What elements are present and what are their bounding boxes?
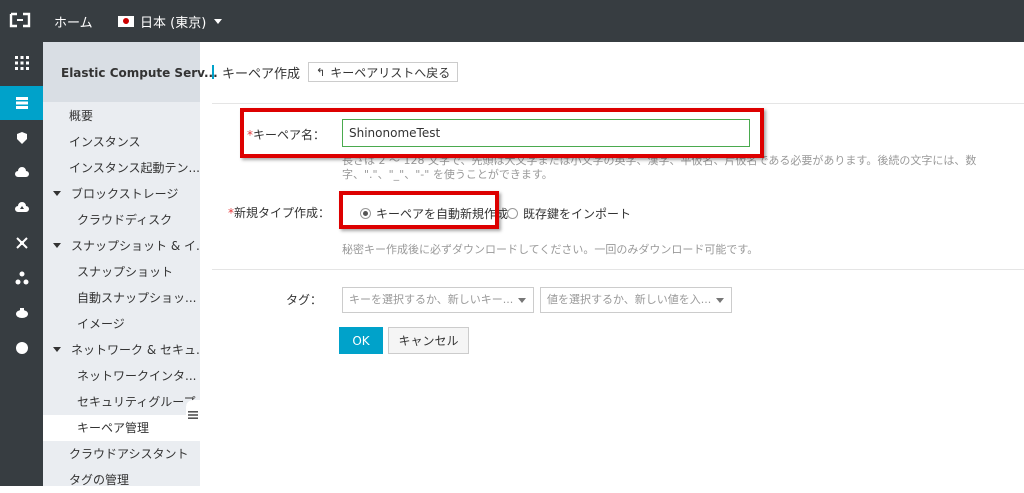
sidebar: Elastic Compute Serv... 概要 インスタンス インスタンス… [43, 42, 218, 487]
chevron-down-icon [716, 298, 724, 303]
chevron-down-icon [518, 298, 526, 303]
circle-icon[interactable] [0, 331, 43, 365]
product-rail [0, 42, 43, 486]
sidebar-item-label: イメージ [77, 317, 125, 331]
sidebar-item-label: 概要 [69, 109, 94, 123]
back-button-label: キーペアリストへ戻る [330, 65, 451, 80]
network-icon[interactable] [0, 121, 43, 155]
japan-flag-icon [118, 16, 134, 27]
sidebar-item-label: ネットワーク & セキュ... [71, 343, 200, 357]
page-header: キーペア作成 ↰ キーペアリストへ戻る [212, 62, 459, 82]
sidebar-item-label: キーペア管理 [77, 421, 150, 435]
caret-down-icon [53, 191, 61, 196]
region-selector[interactable]: 日本 (東京) [118, 12, 223, 31]
sidebar-item-label: スナップショット [77, 265, 174, 279]
main-content: キーペア作成 ↰ キーペアリストへ戻る *キーペア名： ShinonomeTes… [200, 42, 1024, 486]
menu-icon [188, 411, 198, 419]
sidebar-item-cloud-disks[interactable]: クラウドディスク [43, 207, 200, 233]
sidebar-item-label: ブロックストレージ [71, 187, 179, 201]
sidebar-group-snapshots-images[interactable]: スナップショット & イ... [43, 233, 200, 259]
tag-key-placeholder: キーを選択するか、新しいキー... [349, 293, 514, 306]
radio-unchecked-icon [507, 208, 518, 219]
back-arrow-icon: ↰ [316, 66, 326, 79]
title-accent-bar [212, 65, 214, 79]
sidebar-item-security-groups[interactable]: セキュリティグループ [43, 389, 200, 415]
tag-key-select[interactable]: キーを選択するか、新しいキー... [342, 287, 534, 313]
cancel-button[interactable]: キャンセル [388, 327, 469, 354]
highlight-box-keypair-name [240, 108, 764, 158]
sidebar-item-label: クラウドディスク [77, 213, 173, 227]
sidebar-item-tag-management[interactable]: タグの管理 [43, 467, 200, 493]
sidebar-header: Elastic Compute Serv... [43, 42, 218, 102]
sidebar-item-snapshots[interactable]: スナップショット [43, 259, 200, 285]
sidebar-group-block-storage[interactable]: ブロックストレージ [43, 181, 200, 207]
page-title: キーペア作成 [222, 66, 301, 82]
sidebar-item-instances[interactable]: インスタンス [43, 129, 200, 155]
keypair-name-help-line-2: 字、"."、"_"、"-" を使うことができます。 [342, 168, 553, 181]
nodes-icon[interactable] [0, 226, 43, 260]
sidebar-collapse-handle[interactable] [186, 400, 200, 430]
sidebar-item-label: インスタンス [69, 135, 141, 149]
ecs-icon[interactable] [0, 86, 43, 120]
chevron-down-icon [214, 19, 223, 24]
sidebar-group-network-security[interactable]: ネットワーク & セキュ... [43, 337, 200, 363]
sidebar-item-label: ネットワークインタ... [77, 369, 197, 383]
radio-import-label: 既存鍵をインポート [523, 207, 632, 221]
tag-value-select[interactable]: 値を選択するか、新しい値を入... [540, 287, 732, 313]
cloud-icon[interactable] [0, 156, 43, 190]
sidebar-item-launch-templates[interactable]: インスタンス起動テン... [43, 155, 200, 181]
cluster-icon[interactable] [0, 261, 43, 295]
sidebar-item-label: セキュリティグループ [77, 395, 196, 409]
ok-button[interactable]: OK [339, 327, 383, 354]
database-icon[interactable] [0, 296, 43, 330]
form-divider [212, 269, 1024, 270]
sidebar-item-overview[interactable]: 概要 [43, 103, 200, 129]
sidebar-item-cloud-assistant[interactable]: クラウドアシスタント [43, 441, 200, 467]
sidebar-item-label: インスタンス起動テン... [69, 161, 200, 175]
sidebar-item-auto-snapshots[interactable]: 自動スナップショッ... [43, 285, 200, 311]
top-bar: ホーム 日本 (東京) [0, 0, 1024, 42]
sidebar-item-label: タグの管理 [69, 473, 130, 487]
home-link[interactable]: ホーム [54, 12, 93, 31]
aliyun-logo-icon[interactable] [9, 12, 31, 28]
region-label: 日本 (東京) [140, 16, 207, 31]
sidebar-item-network-interfaces[interactable]: ネットワークインタ... [43, 363, 200, 389]
sidebar-item-key-pairs[interactable]: キーペア管理 [43, 415, 200, 441]
tag-label: タグ： [286, 293, 323, 307]
sidebar-title: Elastic Compute Serv... [61, 66, 218, 80]
creation-type-label: *新規タイプ作成： [228, 206, 331, 220]
header-divider [212, 103, 1024, 104]
apps-icon[interactable] [0, 46, 43, 80]
caret-down-icon [53, 243, 61, 248]
radio-import-existing[interactable]: 既存鍵をインポート [507, 205, 631, 222]
highlight-box-auto-create [339, 191, 499, 229]
cloud-upload-icon[interactable] [0, 191, 43, 225]
back-to-keypair-list-button[interactable]: ↰ キーペアリストへ戻る [308, 62, 459, 82]
caret-down-icon [53, 347, 61, 352]
tag-value-placeholder: 値を選択するか、新しい値を入... [547, 293, 712, 306]
sidebar-item-label: 自動スナップショッ... [77, 291, 197, 305]
sidebar-item-label: クラウドアシスタント [69, 447, 189, 461]
sidebar-item-images[interactable]: イメージ [43, 311, 200, 337]
creation-type-help: 秘密キー作成後に必ずダウンロードしてください。一回のみダウンロード可能です。 [342, 243, 759, 256]
sidebar-item-label: スナップショット & イ... [71, 239, 200, 253]
